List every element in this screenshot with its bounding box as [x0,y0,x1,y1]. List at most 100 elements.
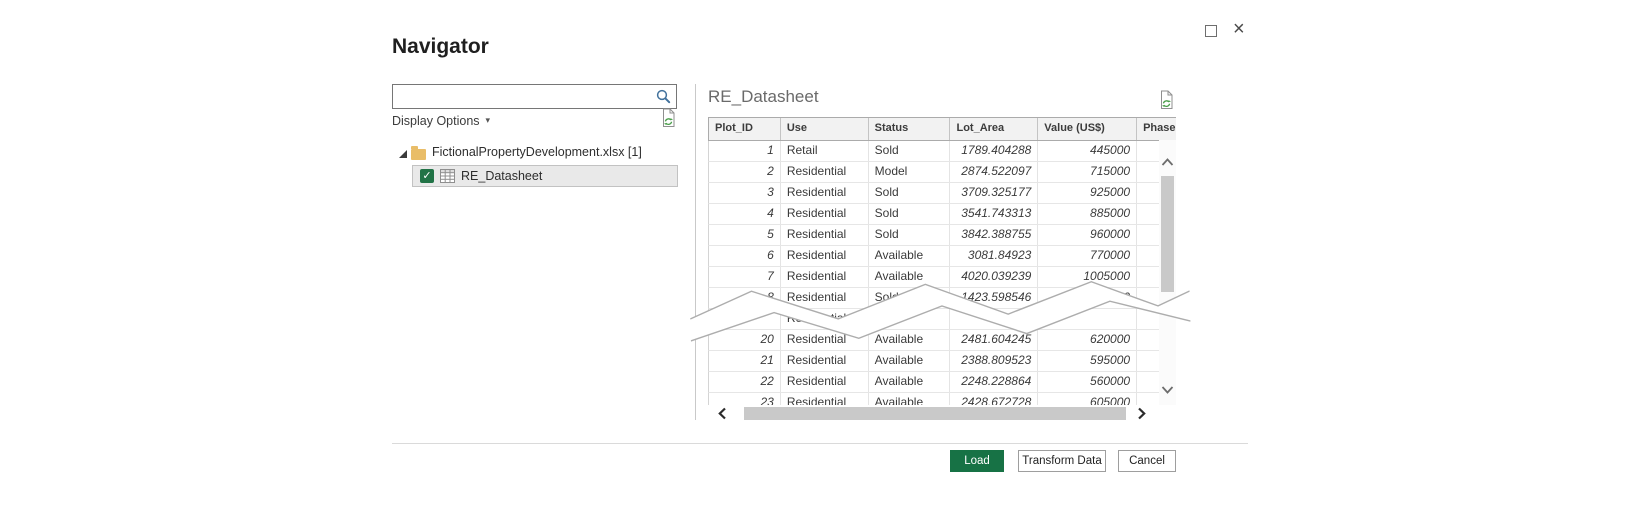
table-header-row: Plot_IDUseStatusLot_AreaValue (US$)Phase [708,117,1176,141]
transform-data-button[interactable]: Transform Data [1018,450,1106,472]
tree-expand-icon[interactable] [399,150,407,158]
table-cell: Residential [781,330,869,350]
column-header-lot-area: Lot_Area [950,118,1038,140]
table-cell: Residential [781,183,869,203]
table-cell: 620000 [1038,330,1137,350]
search-icon[interactable] [656,89,671,109]
table-cell: Residential [781,288,869,308]
table-cell: 7 [709,267,781,287]
column-header-phase: Phase [1137,118,1176,140]
vertical-scrollbar[interactable] [1159,140,1176,405]
table-row: 1RetailSold1789.404288445000 [708,141,1176,162]
table-cell: 715000 [1038,162,1137,182]
scroll-left-icon[interactable] [718,407,727,425]
pane-divider [695,84,696,420]
table-cell: 3 [709,183,781,203]
table-cell: Available [869,246,951,266]
table-cell: Residential [781,225,869,245]
table-cell: 5 [709,225,781,245]
search-box[interactable] [392,84,677,109]
table-cell: 445000 [1038,141,1137,161]
table-row: 2ResidentialModel2874.522097715000 [708,162,1176,183]
table-cell: Sold [869,183,951,203]
table-cell: Sold [869,288,951,308]
cancel-button[interactable]: Cancel [1118,450,1176,472]
table-cell: Sold [869,141,951,161]
table-cell: Residential [781,162,869,182]
horizontal-scrollbar-thumb[interactable] [744,407,1126,420]
table-cell [950,309,1038,329]
column-header-plot-id: Plot_ID [709,118,781,140]
table-cell: Residential [781,267,869,287]
table-cell: 770000 [1038,246,1137,266]
table-cell: Residential [781,372,869,392]
table-cell: 4 [709,204,781,224]
sheet-checkbox[interactable]: ✓ [420,169,434,183]
table-cell: 22 [709,372,781,392]
tree-item-sheet[interactable]: ✓ RE_Datasheet [412,165,678,187]
footer-divider [392,443,1248,444]
table-cell: 355000 [1038,288,1137,308]
table-cell: 1423.598546 [950,288,1038,308]
vertical-scrollbar-thumb[interactable] [1161,176,1174,292]
table-row: 8ResidentialSold1423.598546355000 [708,288,1176,309]
column-header-value-us-: Value (US$) [1038,118,1137,140]
table-cell: 8 [709,288,781,308]
refresh-preview-icon[interactable] [1158,90,1175,115]
table-cell: Residential [781,246,869,266]
table-cell: Residential [781,351,869,371]
scroll-up-icon[interactable] [1161,154,1174,172]
table-cell: 1789.404288 [950,141,1038,161]
table-row: 5ResidentialSold3842.388755960000 [708,225,1176,246]
table-cell: 3081.84923 [950,246,1038,266]
table-cell: Available [869,351,951,371]
table-cell: Residential [781,309,869,329]
horizontal-scrollbar[interactable] [710,405,1152,422]
table-row: 22ResidentialAvailable2248.228864560000 [708,372,1176,393]
table-row: 3ResidentialSold3709.325177925000 [708,183,1176,204]
refresh-preview-icon[interactable] [660,108,677,133]
chevron-down-icon: ▾ [486,115,491,126]
tree-item-sheet-label: RE_Datasheet [461,169,542,183]
table-cell: Model [869,162,951,182]
table-cell: 605000 [1038,393,1137,405]
table-cell: Retail [781,141,869,161]
table-cell: 595000 [1038,351,1137,371]
table-cell: Sold [869,309,951,329]
table-cell: Residential [781,393,869,405]
folder-icon [411,149,426,160]
table-cell: Sold [869,204,951,224]
table-cell: Available [869,267,951,287]
table-cell: Sold [869,225,951,245]
maximize-button[interactable] [1205,25,1217,37]
table-row: 6ResidentialAvailable3081.84923770000 [708,246,1176,267]
table-row: 23ResidentialAvailable2428.672728605000 [708,393,1176,405]
display-options-label: Display Options [392,114,480,128]
worksheet-icon [440,169,455,188]
table-cell: 3709.325177 [950,183,1038,203]
table-cell: 560000 [1038,372,1137,392]
table-row: 20ResidentialAvailable2481.604245620000 [708,330,1176,351]
table-cell: 3541.743313 [950,204,1038,224]
table-cell: 960000 [1038,225,1137,245]
scroll-right-icon[interactable] [1137,407,1146,425]
table-cell: Available [869,330,951,350]
load-button[interactable]: Load [950,450,1004,472]
scroll-down-icon[interactable] [1161,381,1174,399]
table-cell: Residential [781,204,869,224]
table-body: 1RetailSold1789.4042884450002Residential… [708,141,1176,405]
table-row: ResidentialSold [708,309,1176,330]
table-cell: 1005000 [1038,267,1137,287]
search-input[interactable] [397,87,653,108]
table-cell [709,309,781,329]
table-cell: Available [869,372,951,392]
table-cell: 2248.228864 [950,372,1038,392]
table-cell: 2481.604245 [950,330,1038,350]
preview-title: RE_Datasheet [708,87,819,107]
close-button[interactable]: × [1233,17,1245,41]
column-header-status: Status [869,118,951,140]
tree-item-workbook[interactable]: FictionalPropertyDevelopment.xlsx [1] [432,145,642,159]
table-cell: 20 [709,330,781,350]
display-options-dropdown[interactable]: Display Options ▾ [392,114,490,128]
dialog-title: Navigator [392,35,489,59]
